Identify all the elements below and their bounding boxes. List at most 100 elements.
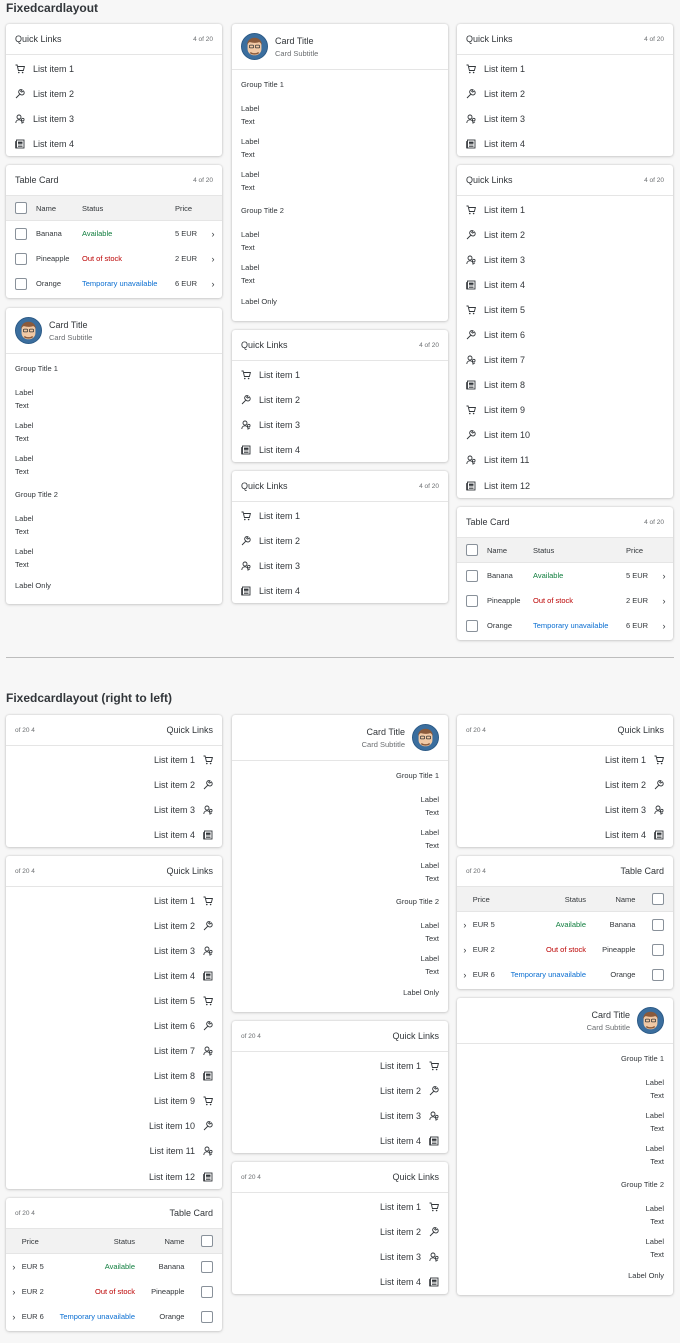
table-row[interactable]: Pineapple Out of stock 2 EUR › — [6, 246, 222, 271]
table-row[interactable]: Orange Temporary unavailable 6 EUR › — [457, 613, 673, 638]
card-header[interactable]: Quick Links of 20 4 — [6, 715, 222, 746]
card-header[interactable]: Table Card of 20 4 — [457, 856, 673, 887]
chevron-left-icon[interactable]: › — [457, 945, 473, 955]
list-item[interactable]: List item 10 — [6, 1114, 222, 1139]
list-item[interactable]: List item 5 — [457, 297, 673, 322]
card-header[interactable]: Table Card 4 of 20 — [457, 507, 673, 538]
list-item[interactable]: List item 4 — [232, 1269, 448, 1294]
table-row[interactable]: Pineapple Out of stock EUR 2 › — [457, 937, 673, 962]
list-item[interactable]: List item 4 — [457, 131, 673, 156]
row-checkbox[interactable] — [466, 569, 478, 582]
list-item[interactable]: List item 3 — [232, 553, 448, 578]
table-row[interactable]: Banana Available 5 EUR › — [6, 221, 222, 246]
list-item[interactable]: List item 1 — [457, 56, 673, 81]
list-item[interactable]: List item 10 — [457, 423, 673, 448]
list-item[interactable]: List item 9 — [6, 1089, 222, 1114]
select-all-checkbox[interactable] — [15, 202, 27, 214]
card-header[interactable]: Quick Links 4 of 20 — [457, 24, 673, 55]
table-row[interactable]: Orange Temporary unavailable EUR 6 › — [6, 1304, 222, 1329]
row-checkbox[interactable] — [652, 943, 665, 956]
list-item[interactable]: List item 3 — [6, 106, 222, 131]
list-item[interactable]: List item 3 — [457, 106, 673, 131]
list-item[interactable]: List item 2 — [6, 772, 222, 797]
row-checkbox[interactable] — [201, 1310, 214, 1323]
list-item[interactable]: List item 1 — [457, 197, 673, 222]
chevron-left-icon[interactable]: › — [457, 970, 473, 980]
chevron-left-icon[interactable]: › — [457, 920, 473, 930]
list-item[interactable]: List item 2 — [457, 81, 673, 106]
list-item[interactable]: List item 2 — [232, 1078, 448, 1103]
list-item[interactable]: List item 4 — [6, 822, 222, 847]
chevron-right-icon[interactable]: › — [656, 596, 672, 606]
list-item[interactable]: List item 11 — [457, 448, 673, 473]
list-item[interactable]: List item 1 — [6, 56, 222, 81]
row-checkbox[interactable] — [466, 619, 478, 632]
list-item[interactable]: List item 2 — [232, 387, 448, 412]
list-item[interactable]: List item 8 — [457, 373, 673, 398]
row-checkbox[interactable] — [652, 918, 665, 931]
row-checkbox[interactable] — [201, 1260, 214, 1273]
list-item[interactable]: List item 4 — [232, 1128, 448, 1153]
card-header[interactable]: Quick Links 4 of 20 — [6, 24, 222, 55]
list-item[interactable]: List item 3 — [6, 797, 222, 822]
list-item[interactable]: List item 12 — [457, 473, 673, 498]
list-item[interactable]: List item 4 — [232, 578, 448, 603]
list-item[interactable]: List item 4 — [232, 437, 448, 462]
card-header[interactable]: Quick Links 4 of 20 — [457, 165, 673, 196]
list-item[interactable]: List item 2 — [457, 222, 673, 247]
card-header[interactable]: Quick Links of 20 4 — [457, 715, 673, 746]
list-item[interactable]: List item 2 — [457, 772, 673, 797]
list-item[interactable]: List item 1 — [232, 1053, 448, 1078]
card-header[interactable]: Card Title Card Subtitle — [457, 998, 673, 1044]
row-checkbox[interactable] — [201, 1285, 214, 1298]
row-checkbox[interactable] — [652, 968, 665, 981]
list-item[interactable]: List item 6 — [6, 1013, 222, 1038]
list-item[interactable]: List item 6 — [457, 322, 673, 347]
table-row[interactable]: Banana Available EUR 5 › — [6, 1254, 222, 1279]
table-row[interactable]: Banana Available 5 EUR › — [457, 563, 673, 588]
card-header[interactable]: Card Title Card Subtitle — [232, 24, 448, 70]
list-item[interactable]: List item 1 — [232, 362, 448, 387]
list-item[interactable]: List item 2 — [6, 913, 222, 938]
list-item[interactable]: List item 1 — [457, 747, 673, 772]
list-item[interactable]: List item 5 — [6, 988, 222, 1013]
card-header[interactable]: Quick Links of 20 4 — [6, 856, 222, 887]
chevron-right-icon[interactable]: › — [205, 229, 221, 239]
card-header[interactable]: Table Card 4 of 20 — [6, 165, 222, 196]
select-all-checkbox[interactable] — [201, 1235, 214, 1247]
list-item[interactable]: List item 1 — [6, 888, 222, 913]
card-header[interactable]: Card Title Card Subtitle — [6, 308, 222, 354]
list-item[interactable]: List item 11 — [6, 1139, 222, 1164]
list-item[interactable]: List item 2 — [6, 81, 222, 106]
list-item[interactable]: List item 3 — [6, 938, 222, 963]
table-row[interactable]: Banana Available EUR 5 › — [457, 912, 673, 937]
table-row[interactable]: Orange Temporary unavailable EUR 6 › — [457, 962, 673, 987]
chevron-right-icon[interactable]: › — [656, 571, 672, 581]
list-item[interactable]: List item 1 — [232, 1194, 448, 1219]
row-checkbox[interactable] — [466, 594, 478, 607]
chevron-right-icon[interactable]: › — [205, 279, 221, 289]
list-item[interactable]: List item 8 — [6, 1064, 222, 1089]
chevron-left-icon[interactable]: › — [6, 1262, 22, 1272]
list-item[interactable]: List item 4 — [6, 963, 222, 988]
table-row[interactable]: Orange Temporary unavailable 6 EUR › — [6, 271, 222, 296]
card-header[interactable]: Table Card of 20 4 — [6, 1198, 222, 1229]
table-row[interactable]: Pineapple Out of stock 2 EUR › — [457, 588, 673, 613]
list-item[interactable]: List item 4 — [457, 272, 673, 297]
list-item[interactable]: List item 4 — [6, 131, 222, 156]
list-item[interactable]: List item 12 — [6, 1164, 222, 1189]
list-item[interactable]: List item 7 — [6, 1039, 222, 1064]
list-item[interactable]: List item 3 — [232, 1103, 448, 1128]
list-item[interactable]: List item 4 — [457, 822, 673, 847]
table-row[interactable]: Pineapple Out of stock EUR 2 › — [6, 1279, 222, 1304]
select-all-checkbox[interactable] — [652, 893, 665, 905]
select-all-checkbox[interactable] — [466, 544, 478, 556]
list-item[interactable]: List item 2 — [232, 1219, 448, 1244]
list-item[interactable]: List item 1 — [232, 503, 448, 528]
list-item[interactable]: List item 2 — [232, 528, 448, 553]
card-header[interactable]: Quick Links of 20 4 — [232, 1021, 448, 1052]
chevron-right-icon[interactable]: › — [205, 254, 221, 264]
list-item[interactable]: List item 3 — [232, 1244, 448, 1269]
card-header[interactable]: Quick Links 4 of 20 — [232, 471, 448, 502]
card-header[interactable]: Quick Links of 20 4 — [232, 1162, 448, 1193]
